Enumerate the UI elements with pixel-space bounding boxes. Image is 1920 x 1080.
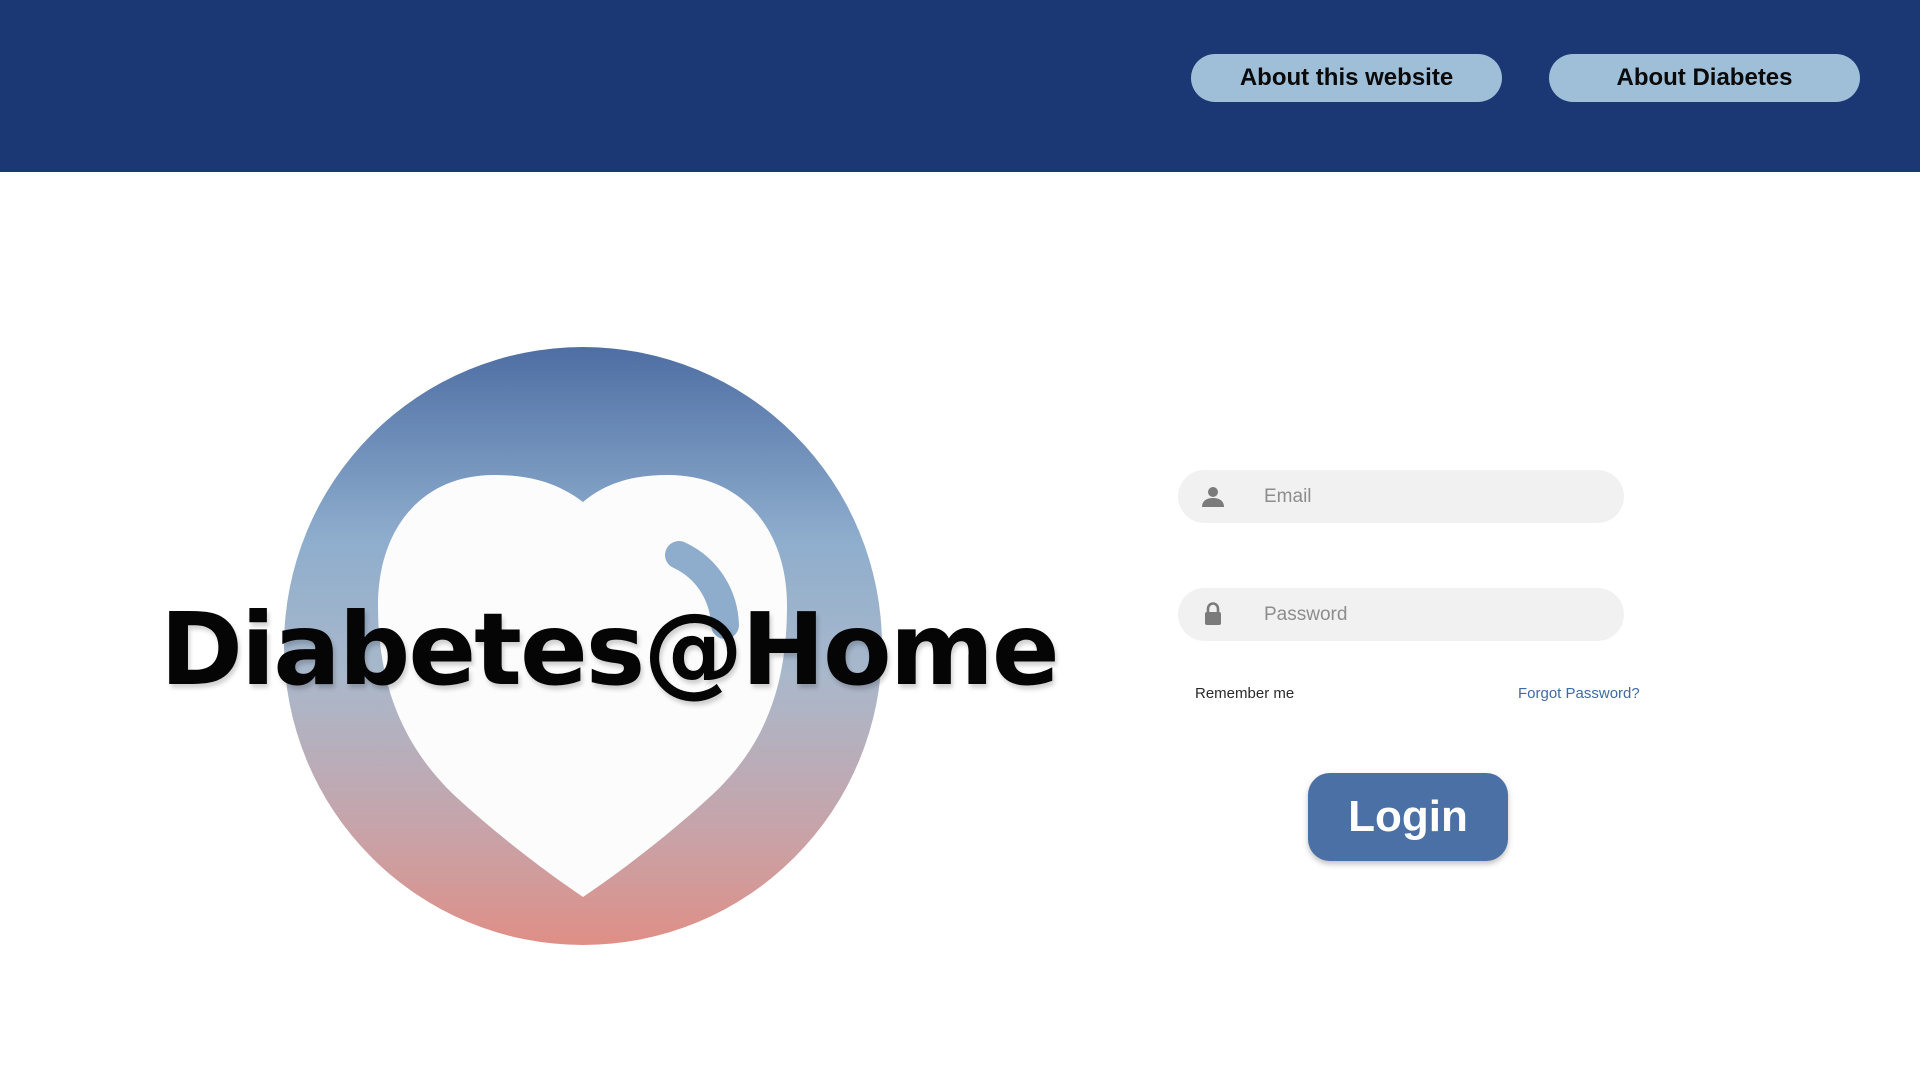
about-website-button[interactable]: About this website (1191, 54, 1502, 102)
brand-title: Diabetes@Home (160, 591, 1060, 708)
top-nav-bar: About this website About Diabetes (0, 0, 1920, 172)
about-diabetes-button[interactable]: About Diabetes (1549, 54, 1860, 102)
remember-me-label[interactable]: Remember me (1195, 685, 1294, 702)
email-input[interactable] (1262, 470, 1602, 523)
user-icon (1202, 487, 1224, 507)
password-field[interactable] (1178, 588, 1624, 641)
lock-icon (1205, 602, 1221, 625)
forgot-password-link[interactable]: Forgot Password? (1518, 685, 1640, 702)
login-button[interactable]: Login (1308, 773, 1508, 861)
password-input[interactable] (1262, 588, 1602, 641)
email-field[interactable] (1178, 470, 1624, 523)
